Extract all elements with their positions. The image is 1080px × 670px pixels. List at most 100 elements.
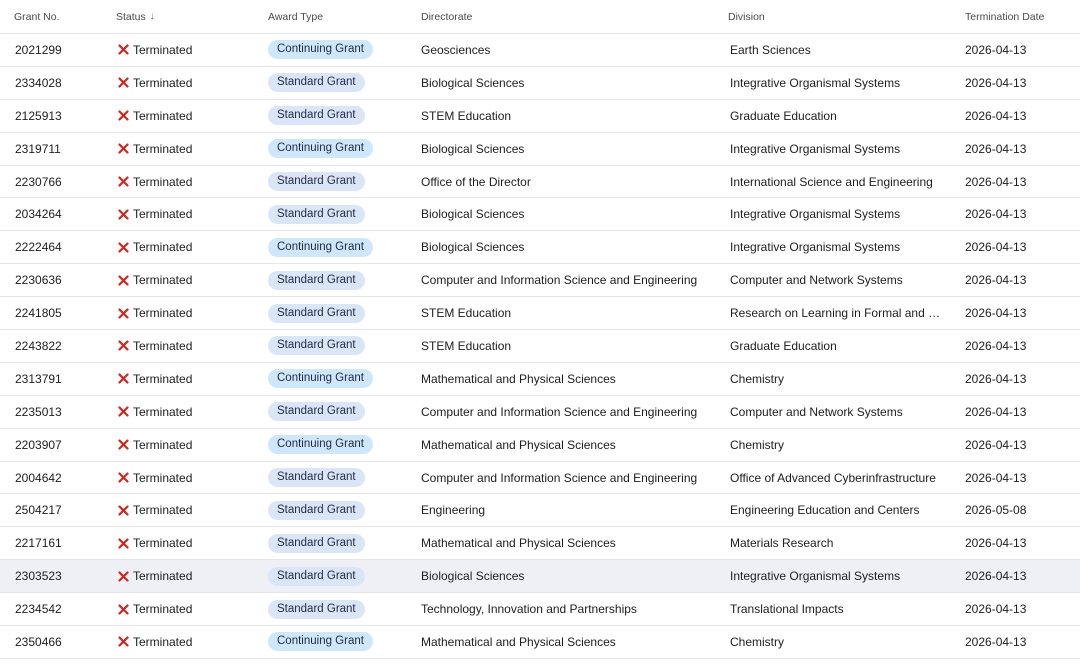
terminated-x-icon (118, 505, 129, 516)
directorate-cell: Technology, Innovation and Partnerships (421, 602, 637, 617)
award-type-cell: Continuing Grant (254, 632, 407, 652)
header-directorate-label: Directorate (421, 10, 473, 23)
header-directorate[interactable]: Directorate (407, 11, 714, 23)
status-text: Terminated (133, 240, 193, 255)
table-row[interactable]: 2004642 Terminated Standard Grant Computer … (0, 462, 1080, 495)
status-text: Terminated (133, 306, 193, 321)
directorate-cell: Biological Sciences (421, 207, 525, 222)
directorate-cell: STEM Education (421, 306, 512, 321)
directorate-cell: Biological Sciences (421, 75, 525, 90)
award-type-badge: Continuing Grant (268, 435, 373, 455)
termination-date-cell: 2026-04-13 (965, 338, 1027, 353)
award-type-cell: Standard Grant (254, 500, 407, 520)
division-cell: Chemistry (730, 437, 785, 452)
division-cell: Engineering Education and Centers (730, 503, 920, 518)
grant-number: 2303523 (15, 569, 62, 584)
award-type-badge: Standard Grant (268, 73, 365, 93)
termination-date-cell: 2026-04-13 (965, 404, 1027, 419)
directorate-cell: Biological Sciences (421, 569, 525, 584)
status-cell: Terminated (102, 602, 254, 616)
grant-number: 2230766 (15, 174, 62, 189)
directorate-cell: Mathematical and Physical Sciences (421, 536, 616, 551)
status-text: Terminated (133, 75, 193, 90)
award-type-badge: Standard Grant (268, 500, 365, 520)
grant-number: 2217161 (15, 536, 62, 551)
division-cell: Graduate Education (730, 108, 837, 123)
status-text: Terminated (133, 536, 193, 551)
header-award-type[interactable]: Award Type (254, 11, 407, 23)
directorate-cell: Biological Sciences (421, 141, 525, 156)
table-row[interactable]: 2504217 Terminated Standard Grant Engineeri… (0, 494, 1080, 528)
table-row[interactable]: 2125913 Terminated Standard Grant STEM Educ… (0, 100, 1080, 133)
status-text: Terminated (133, 437, 193, 452)
status-cell: Terminated (102, 142, 254, 156)
division-cell: Integrative Organismal Systems (730, 141, 901, 156)
table-row[interactable]: 2230636 Terminated Standard Grant Computer … (0, 264, 1080, 298)
grant-number: 2234542 (15, 602, 62, 617)
award-type-cell: Standard Grant (254, 106, 407, 126)
division-cell: Research on Learning in Formal and Infor… (730, 306, 951, 321)
terminated-x-icon (118, 143, 129, 154)
header-termination-date[interactable]: Termination Date (951, 11, 1080, 23)
table-row[interactable]: 2319711 Terminated Continuing Grant Biologi… (0, 133, 1080, 166)
termination-date-cell: 2026-04-13 (965, 371, 1027, 386)
terminated-x-icon (118, 373, 129, 384)
status-cell: Terminated (102, 43, 254, 57)
status-text: Terminated (133, 42, 193, 57)
table-row[interactable]: 2334028 Terminated Standard Grant Biologica… (0, 67, 1080, 100)
award-type-badge: Continuing Grant (268, 632, 373, 652)
award-type-badge: Standard Grant (268, 533, 365, 553)
status-cell: Terminated (102, 76, 254, 90)
status-cell: Terminated (102, 503, 254, 517)
directorate-cell: Office of the Director (421, 174, 531, 189)
directorate-cell: Engineering (421, 503, 486, 518)
table-row[interactable]: 2034264 Terminated Standard Grant Biologica… (0, 198, 1080, 232)
award-type-badge: Standard Grant (268, 172, 365, 191)
grant-number: 2203907 (15, 437, 62, 452)
award-type-cell: Standard Grant (254, 566, 407, 586)
status-text: Terminated (133, 207, 193, 222)
termination-date-cell: 2026-04-13 (965, 569, 1027, 584)
status-cell: Terminated (102, 339, 254, 353)
grant-number: 2313791 (15, 371, 62, 386)
table-row[interactable]: 2222464 Terminated Continuing Grant Biologi… (0, 231, 1080, 265)
terminated-x-icon (118, 110, 129, 121)
division-cell: Integrative Organismal Systems (730, 240, 901, 255)
status-text: Terminated (133, 503, 193, 518)
status-cell: Terminated (102, 273, 254, 287)
terminated-x-icon (118, 44, 129, 56)
grant-number: 2021299 (15, 42, 62, 57)
status-cell: Terminated (102, 175, 254, 189)
table-row[interactable]: 2303523 Terminated Standard Grant Biologica… (0, 560, 1080, 594)
status-text: Terminated (133, 602, 193, 617)
termination-date-cell: 2026-04-13 (965, 207, 1027, 222)
table-row[interactable]: 2235013 Terminated Standard Grant Computer … (0, 396, 1080, 429)
termination-date-cell: 2026-05-08 (965, 503, 1027, 518)
directorate-cell: STEM Education (421, 338, 512, 353)
award-type-cell: Continuing Grant (254, 40, 407, 60)
award-type-badge: Standard Grant (268, 599, 365, 619)
header-division[interactable]: Division (714, 11, 951, 23)
award-type-cell: Standard Grant (254, 204, 407, 224)
header-status[interactable]: Status ↓ (102, 11, 254, 23)
table-row[interactable]: 2241805 Terminated Standard Grant STEM Educ… (0, 297, 1080, 331)
division-cell: Translational Impacts (730, 602, 844, 617)
table-row[interactable]: 2313791 Terminated Continuing Grant Mathema… (0, 363, 1080, 396)
award-type-badge: Standard Grant (268, 106, 365, 126)
status-text: Terminated (133, 569, 193, 584)
table-row[interactable]: 2203907 Terminated Continuing Grant Mathema… (0, 429, 1080, 462)
terminated-x-icon (118, 275, 129, 286)
table-row[interactable]: 2350466 Terminated Continuing Grant Mathema… (0, 626, 1080, 659)
table-row[interactable]: 2234542 Terminated Standard Grant Technolog… (0, 593, 1080, 627)
table-row[interactable]: 2230766 Terminated Standard Grant Office of… (0, 166, 1080, 199)
header-grant-no[interactable]: Grant No. (0, 11, 102, 23)
table-row[interactable]: 2217161 Terminated Standard Grant Mathemati… (0, 527, 1080, 561)
directorate-cell: Computer and Information Science and Eng… (421, 470, 698, 485)
terminated-x-icon (118, 242, 129, 253)
table-row[interactable]: 2243822 Terminated Standard Grant STEM Educ… (0, 330, 1080, 363)
termination-date-cell: 2026-04-13 (965, 108, 1027, 123)
grant-number: 2034264 (15, 207, 62, 222)
directorate-cell: Mathematical and Physical Sciences (421, 634, 616, 649)
table-row[interactable]: 2021299 Terminated Continuing Grant Geoscie… (0, 34, 1080, 67)
terminated-x-icon (118, 439, 129, 450)
